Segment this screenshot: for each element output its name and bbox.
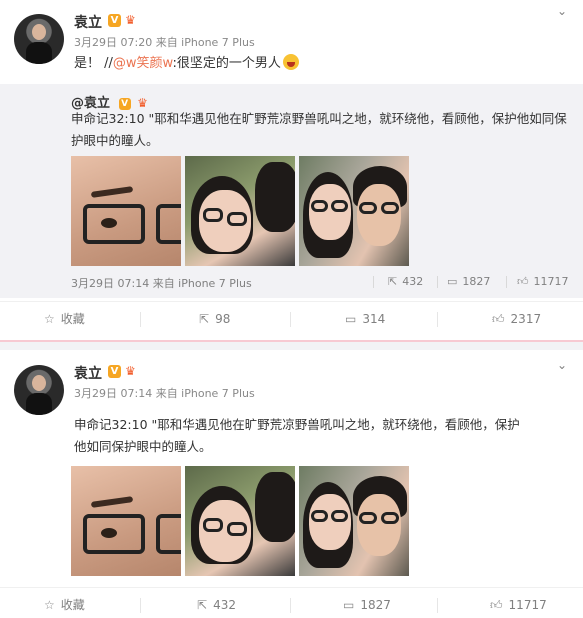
star-icon: ☆ — [44, 598, 55, 612]
laughing-emoji-icon — [282, 54, 299, 70]
action-bar: ☆ 收藏 ⇱ 98 ▭ 314 👍︎ 2317 — [0, 301, 583, 335]
mention-link[interactable]: @w笑颜w — [113, 56, 173, 71]
like-button[interactable]: 👍︎ 2317 — [492, 302, 541, 336]
repost-comments-button[interactable]: ▭ 1827 — [447, 275, 490, 288]
crown-icon: ♛ — [125, 13, 136, 27]
author-name[interactable]: 袁立 — [74, 363, 102, 383]
divider — [437, 276, 438, 288]
action-bar: ☆ 收藏 ⇱ 432 ▭ 1827 👍︎ 11717 — [0, 587, 583, 618]
post-text-suffix: :很坚定的一个男人 — [172, 56, 281, 71]
divider — [290, 598, 291, 613]
thumbs-up-icon: 👍︎ — [492, 312, 505, 326]
repost-button[interactable]: ⇱ 98 — [199, 302, 230, 336]
comment-button[interactable]: ▭ 1827 — [343, 588, 391, 618]
post-text-prefix: 是！ // — [74, 56, 113, 71]
divider — [140, 598, 141, 613]
divider — [437, 312, 438, 327]
post-text-line: 申命记32:10 "耶和华遇见他在旷野荒凉野兽吼叫之地，就环绕他，看顾他，保护 — [74, 417, 520, 432]
repost-likes-count: 11717 — [533, 275, 569, 288]
repost-icon: ⇱ — [199, 312, 210, 326]
like-button[interactable]: 👍︎ 11717 — [490, 588, 547, 618]
avatar[interactable] — [14, 365, 64, 415]
divider — [506, 276, 507, 288]
crown-icon: ♛ — [125, 364, 136, 378]
repost-likes-button[interactable]: 👍︎ 11717 — [517, 275, 569, 288]
author-name[interactable]: 袁立 — [74, 12, 102, 32]
photo-thumbnail[interactable] — [185, 466, 295, 576]
repost-comments-count: 1827 — [462, 275, 491, 288]
thumbs-up-icon: 👍︎ — [490, 598, 503, 612]
repost-icon: ⇱ — [388, 275, 398, 288]
favorite-label: 收藏 — [60, 598, 85, 612]
repost-icon: ⇱ — [197, 598, 208, 612]
photo-thumbnail[interactable] — [71, 466, 181, 576]
post-meta: 3月29日 07:20 来自 iPhone 7 Plus — [74, 36, 255, 49]
weibo-post-1: 袁立 V ♛ 3月29日 07:20 来自 iPhone 7 Plus ⌄ 是！… — [0, 0, 583, 340]
divider — [373, 276, 374, 288]
post-text: 是！ //@w笑颜w:很坚定的一个男人 — [74, 53, 299, 75]
repost-reposts-count: 432 — [402, 275, 424, 288]
photo-thumbnail[interactable] — [71, 156, 181, 266]
comment-count: 314 — [362, 312, 386, 326]
comment-count: 1827 — [360, 598, 391, 612]
like-count: 11717 — [508, 598, 547, 612]
photo-thumbnail[interactable] — [185, 156, 295, 266]
like-count: 2317 — [510, 312, 542, 326]
weibo-post-2: 袁立 V ♛ 3月29日 07:14 来自 iPhone 7 Plus ⌄ 申命… — [0, 350, 583, 618]
avatar[interactable] — [14, 14, 64, 64]
post-meta: 3月29日 07:14 来自 iPhone 7 Plus — [74, 387, 255, 400]
comment-icon: ▭ — [343, 598, 355, 612]
comment-button[interactable]: ▭ 314 — [345, 302, 385, 336]
chevron-down-icon[interactable]: ⌄ — [557, 358, 567, 372]
comment-icon: ▭ — [447, 275, 458, 288]
repost-count: 98 — [215, 312, 231, 326]
divider — [290, 312, 291, 327]
verified-badge-icon: V — [108, 14, 121, 27]
repost-text: 申命记32:10 "耶和华遇见他在旷野荒凉野兽吼叫之地，就环绕他，看顾他，保护他… — [71, 111, 567, 148]
favorite-button[interactable]: ☆ 收藏 — [44, 302, 85, 336]
repost-meta: 3月29日 07:14 来自 iPhone 7 Plus — [71, 277, 252, 290]
comment-icon: ▭ — [345, 312, 357, 326]
favorite-label: 收藏 — [60, 312, 85, 326]
verified-badge-icon: V — [108, 365, 121, 378]
photo-thumbnail[interactable] — [299, 156, 409, 266]
post-text: 申命记32:10 "耶和华遇见他在旷野荒凉野兽吼叫之地，就环绕他，看顾他，保护 … — [74, 414, 574, 458]
chevron-down-icon[interactable]: ⌄ — [557, 4, 567, 18]
favorite-button[interactable]: ☆ 收藏 — [44, 588, 85, 618]
post-separator — [0, 340, 583, 350]
repost-count: 432 — [213, 598, 236, 612]
repost-button[interactable]: ⇱ 432 — [197, 588, 236, 618]
star-icon: ☆ — [44, 312, 55, 326]
post-text-line: 他如同保护眼中的瞳人。 — [74, 439, 212, 454]
divider — [140, 312, 141, 327]
divider — [437, 598, 438, 613]
repost-card[interactable]: @袁立 V ♛ 申命记32:10 "耶和华遇见他在旷野荒凉野兽吼叫之地，就环绕他… — [0, 84, 583, 298]
photo-thumbnail[interactable] — [299, 466, 409, 576]
repost-reposts-button[interactable]: ⇱ 432 — [388, 275, 423, 288]
thumbs-up-icon: 👍︎ — [517, 275, 529, 288]
